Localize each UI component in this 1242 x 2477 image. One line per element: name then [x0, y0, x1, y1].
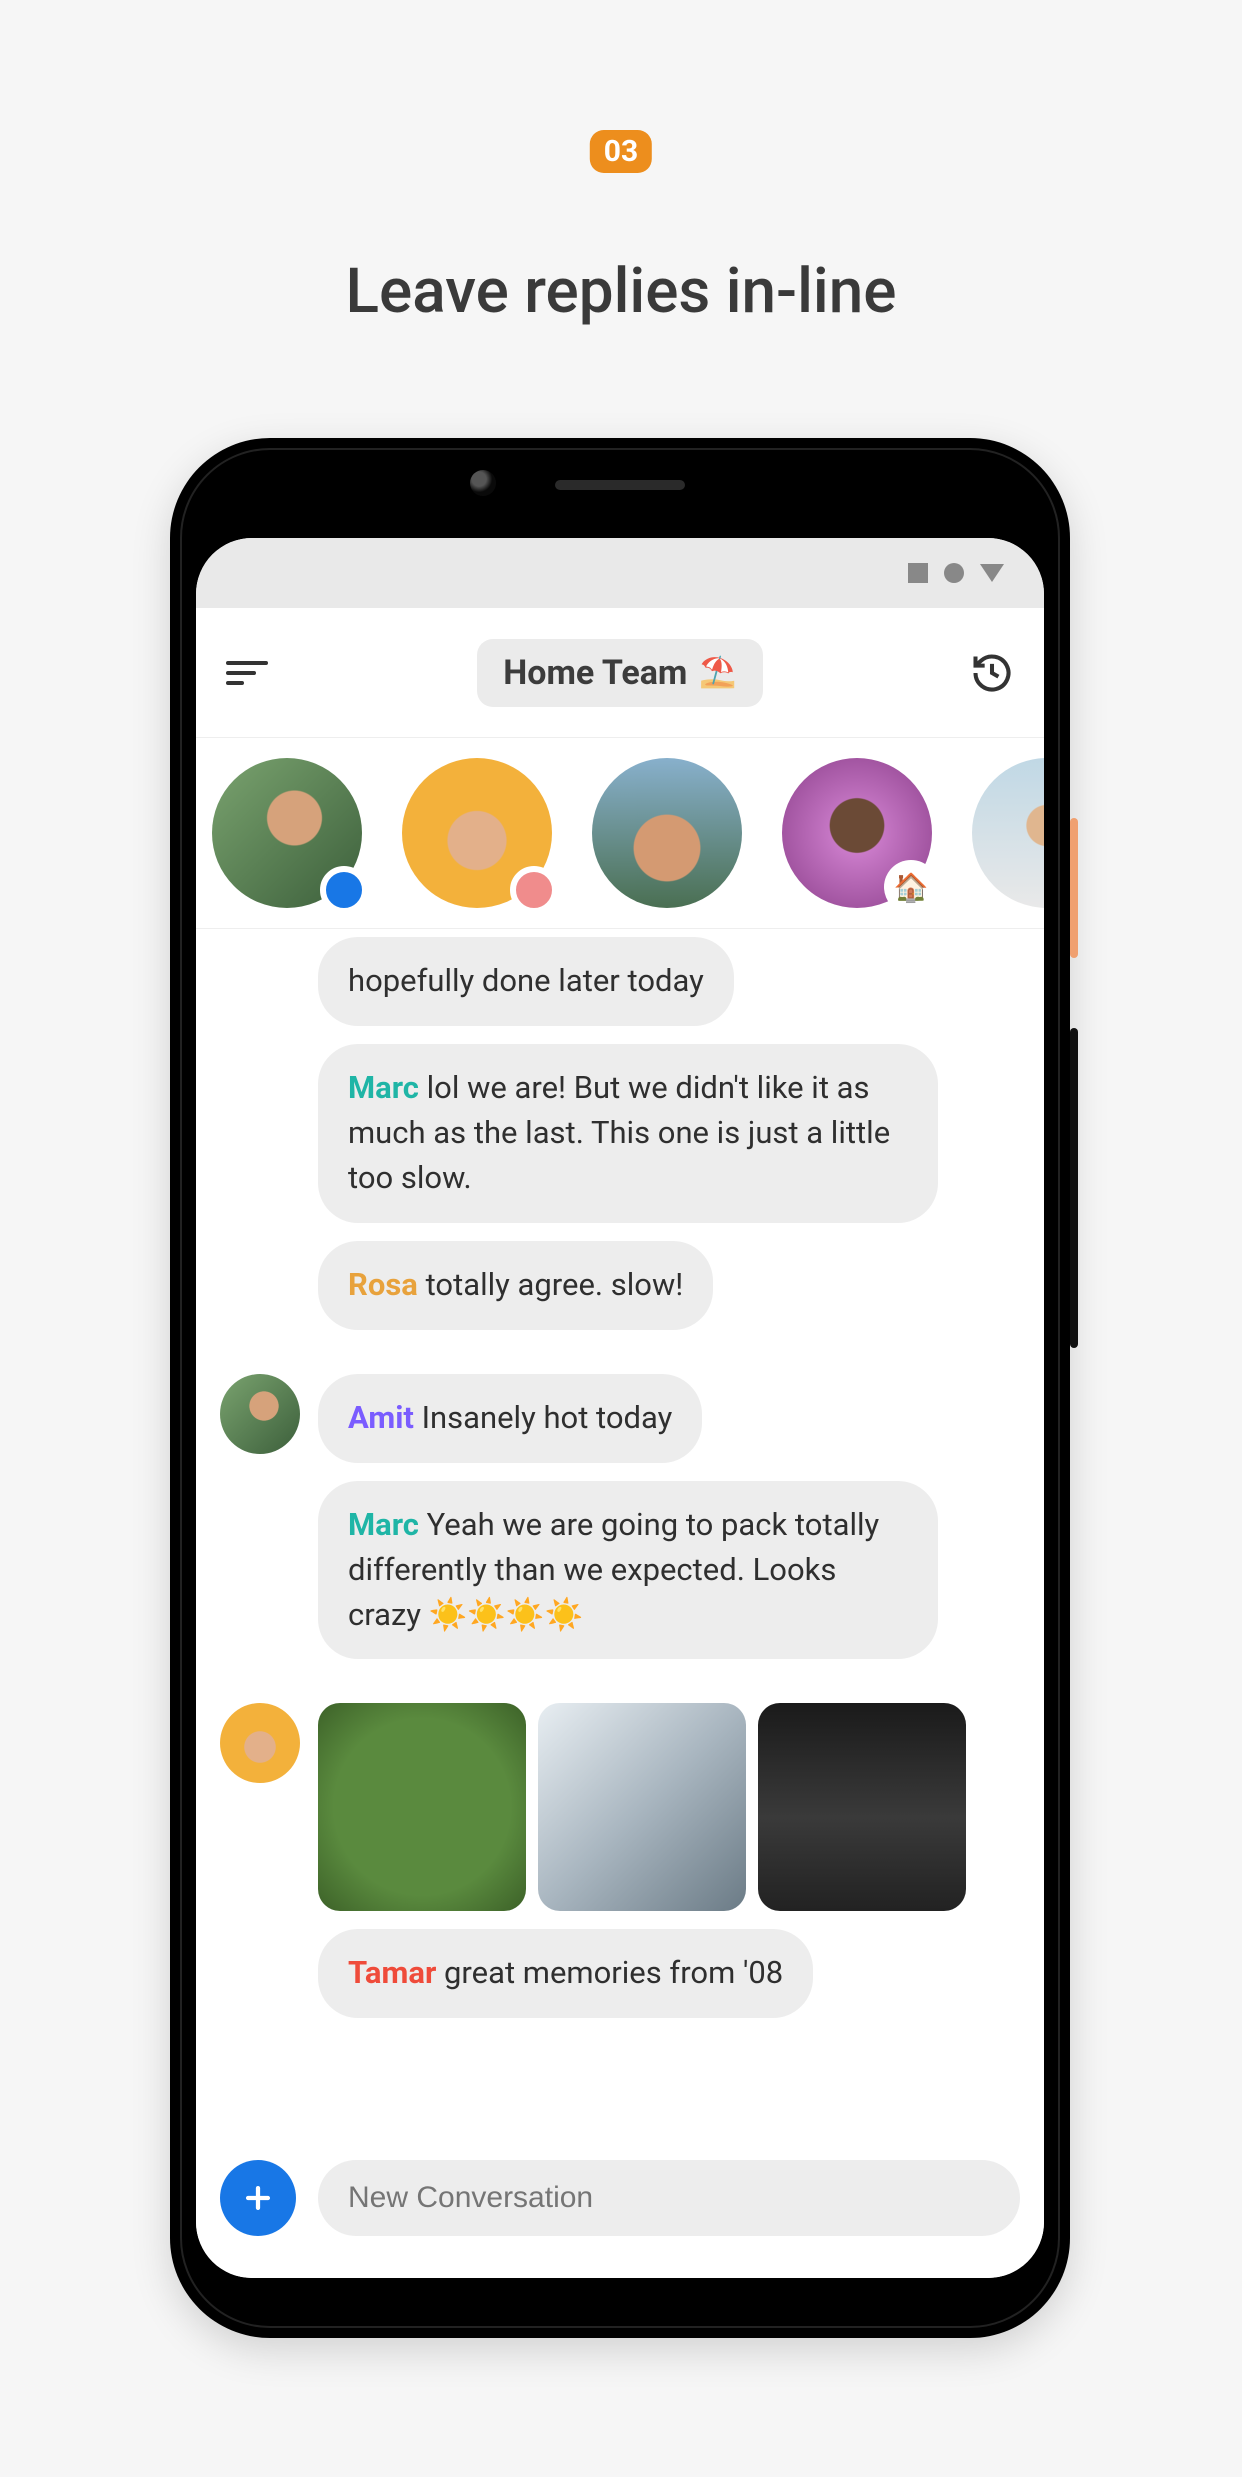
status-icon [944, 563, 964, 583]
story-item[interactable] [402, 758, 552, 908]
story-item[interactable]: 🏠 [782, 758, 932, 908]
message-text: great memories from '08 [436, 1954, 783, 1991]
stories-row[interactable]: 🏠 [196, 738, 1044, 929]
sender-name: Marc [348, 1506, 419, 1543]
chat-bubble[interactable]: Tamar great memories from '08 [318, 1929, 813, 2018]
image-attachment[interactable] [758, 1703, 966, 1911]
message-group: Amit Insanely hot today Marc Yeah we are… [220, 1374, 1020, 1660]
sender-name: Tamar [348, 1954, 436, 1991]
avatar[interactable] [220, 1703, 300, 1783]
sender-name: Rosa [348, 1266, 418, 1303]
channel-emoji: ⛱️ [699, 655, 736, 690]
slide-number-badge: 03 [590, 130, 652, 173]
presence-dot [320, 866, 368, 914]
message-text: Insanely hot today [414, 1399, 672, 1436]
image-attachment[interactable] [538, 1703, 746, 1911]
chat-bubble[interactable]: Marc lol we are! But we didn't like it a… [318, 1044, 938, 1223]
sender-name: Amit [348, 1399, 414, 1436]
story-badge-icon: 🏠 [884, 860, 938, 914]
image-attachment-row [318, 1703, 1020, 1911]
message-text: hopefully done later today [348, 962, 704, 999]
story-item[interactable] [212, 758, 362, 908]
status-icon [908, 563, 928, 583]
message-text: totally agree. slow! [418, 1266, 683, 1303]
phone-screen: Home Team ⛱️ [196, 538, 1044, 2278]
chat-bubble[interactable]: Rosa totally agree. slow! [318, 1241, 713, 1330]
slide-headline: Leave replies in-line [0, 255, 1242, 328]
chat-scroll[interactable]: hopefully done later today Marc lol we a… [196, 929, 1044, 2147]
message-input[interactable] [318, 2160, 1020, 2236]
presence-dot [510, 866, 558, 914]
message-group: hopefully done later today Marc lol we a… [220, 937, 1020, 1330]
composer-bar [196, 2148, 1044, 2278]
phone-frame: Home Team ⛱️ [170, 438, 1070, 2338]
chat-bubble[interactable]: Marc Yeah we are going to pack totally d… [318, 1481, 938, 1660]
new-conversation-button[interactable] [220, 2160, 296, 2236]
avatar[interactable] [220, 1374, 300, 1454]
volume-button [1070, 1028, 1078, 1348]
message-text: lol we are! But we didn't like it as muc… [348, 1069, 890, 1196]
channel-name: Home Team [503, 653, 687, 693]
story-item[interactable] [592, 758, 742, 908]
story-item[interactable] [972, 758, 1044, 908]
phone-speaker [555, 480, 685, 490]
menu-button[interactable] [226, 651, 270, 695]
history-button[interactable] [970, 651, 1014, 695]
message-group: Tamar great memories from '08 [220, 1703, 1020, 2018]
chat-bubble[interactable]: Amit Insanely hot today [318, 1374, 702, 1463]
chat-bubble[interactable]: hopefully done later today [318, 937, 734, 1026]
phone-camera [470, 470, 496, 496]
status-icon [980, 564, 1004, 582]
image-attachment[interactable] [318, 1703, 526, 1911]
app-header: Home Team ⛱️ [196, 608, 1044, 738]
android-status-bar [196, 538, 1044, 608]
power-button [1070, 818, 1078, 958]
message-text: Yeah we are going to pack totally differ… [348, 1506, 879, 1633]
channel-selector[interactable]: Home Team ⛱️ [477, 639, 762, 707]
sender-name: Marc [348, 1069, 419, 1106]
